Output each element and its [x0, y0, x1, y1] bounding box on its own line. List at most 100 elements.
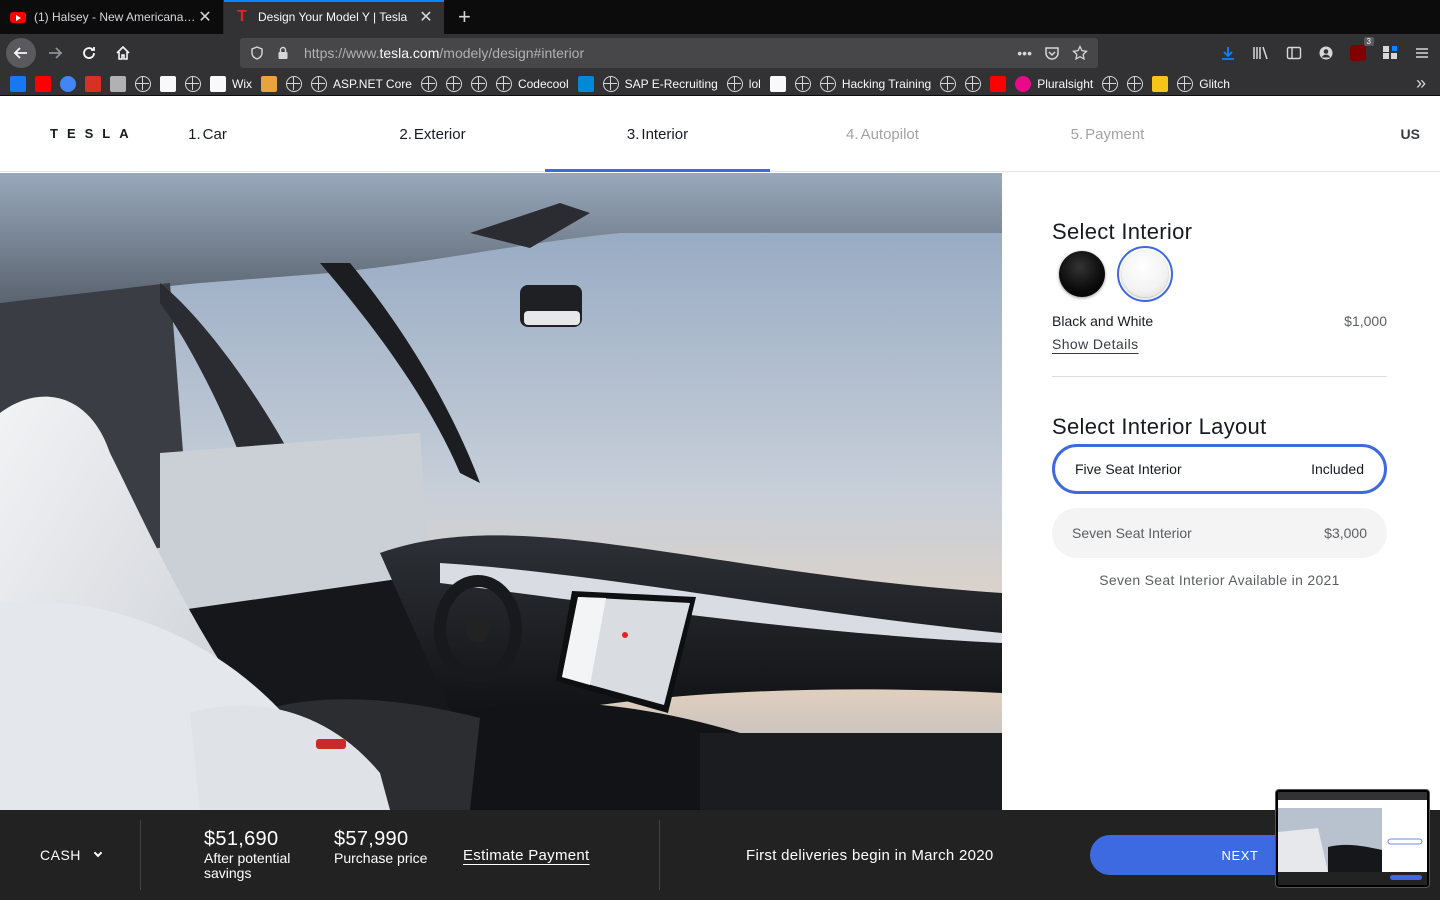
reload-button[interactable]	[74, 38, 104, 68]
bookmark-item[interactable]	[577, 75, 594, 92]
option-label: Seven Seat Interior	[1072, 525, 1192, 541]
github-icon	[160, 75, 176, 92]
browser-tab-youtube[interactable]: (1) Halsey - New Americana (YouTube) ✕	[0, 0, 224, 34]
five-seat-option[interactable]: Five Seat Interior Included	[1052, 444, 1387, 494]
bookmark-item[interactable]	[185, 75, 201, 92]
seven-seat-option[interactable]: Seven Seat Interior $3,000	[1052, 508, 1387, 558]
globe-icon	[819, 75, 836, 92]
savings-price: $51,690	[204, 828, 279, 850]
ublock-badge: 3	[1363, 37, 1374, 46]
step-car[interactable]: 1. Car	[95, 96, 320, 172]
screenshot-thumbnail[interactable]	[1276, 790, 1429, 887]
globe-icon	[286, 75, 302, 92]
bookmark-item[interactable]: Pluralsight	[1015, 75, 1093, 92]
option-price: Included	[1311, 461, 1364, 477]
bookmark-item[interactable]	[420, 75, 437, 92]
page-actions-icon[interactable]: •••	[1017, 45, 1032, 61]
globe-icon	[965, 75, 982, 92]
step-interior[interactable]: 3. Interior	[545, 96, 770, 172]
bookmark-icon	[261, 75, 277, 92]
bookmark-item[interactable]	[965, 75, 982, 92]
bookmark-item[interactable]: Codecool	[495, 75, 569, 92]
lock-icon[interactable]	[276, 46, 290, 60]
youtube-icon	[35, 75, 51, 92]
bookmark-item[interactable]	[470, 75, 487, 92]
all-black-swatch[interactable]	[1059, 251, 1105, 297]
home-button[interactable]	[108, 38, 138, 68]
summary-bar: CASH $51,690 After potential savings $57…	[0, 810, 1440, 900]
purchase-label: Purchase price	[334, 850, 428, 866]
home-icon	[116, 45, 130, 60]
deliveries-note: First deliveries begin in March 2020	[746, 847, 994, 864]
sidebar-icon[interactable]	[1286, 45, 1302, 61]
bookmark-item[interactable]	[261, 75, 277, 92]
pocket-icon[interactable]	[1044, 45, 1060, 61]
bookmark-item[interactable]: lol	[726, 75, 761, 92]
download-icon[interactable]	[1220, 45, 1236, 61]
purchase-price: $57,990	[334, 828, 409, 850]
payment-type-label: CASH	[40, 847, 81, 863]
bookmark-item[interactable]	[794, 75, 811, 92]
step-exterior[interactable]: 2. Exterior	[320, 96, 545, 172]
bookmark-item[interactable]: ASP.NET Core	[311, 75, 412, 92]
shield-icon[interactable]	[250, 46, 264, 60]
bookmark-item[interactable]	[60, 75, 76, 92]
bookmark-item[interactable]: Glitch	[1177, 75, 1230, 92]
facebook-icon	[10, 75, 26, 92]
bookmark-item[interactable]	[35, 75, 51, 92]
bookmark-item[interactable]	[160, 75, 176, 92]
bookmark-item[interactable]	[10, 75, 26, 92]
tab-title: (1) Halsey - New Americana (YouTube)	[34, 10, 197, 24]
globe-icon	[445, 75, 462, 92]
bookmarks-overflow-chevron-icon[interactable]: »	[1416, 73, 1426, 94]
ublock-icon[interactable]: 3	[1350, 37, 1374, 61]
extensions-icon[interactable]	[1382, 45, 1398, 61]
estimate-payment-link[interactable]: Estimate Payment	[463, 847, 590, 864]
azure-icon	[577, 75, 594, 92]
black-and-white-swatch[interactable]	[1122, 251, 1168, 297]
bookmark-item[interactable]	[1152, 75, 1169, 92]
step-autopilot[interactable]: 4. Autopilot	[770, 96, 995, 172]
payment-type-dropdown[interactable]: CASH	[40, 847, 103, 863]
globe-icon	[726, 75, 743, 92]
url-bar[interactable]: https://www.tesla.com/modely/design#inte…	[240, 38, 1098, 68]
bookmark-item[interactable]: SAP E-Recruiting	[602, 75, 718, 92]
arrow-left-icon	[13, 47, 27, 59]
forward-button[interactable]	[40, 38, 70, 68]
close-tab-icon[interactable]: ✕	[197, 7, 213, 27]
bookmark-item[interactable]: Wix	[210, 75, 252, 92]
bookmark-item[interactable]	[1127, 75, 1144, 92]
globe-icon	[1177, 75, 1194, 92]
star-icon[interactable]	[1072, 45, 1088, 61]
bookmark-item[interactable]	[445, 75, 462, 92]
new-tab-button[interactable]: +	[458, 0, 471, 34]
globe-icon	[420, 75, 437, 92]
bookmark-item[interactable]	[286, 75, 302, 92]
bookmark-item[interactable]	[769, 75, 786, 92]
account-icon[interactable]	[1318, 45, 1334, 61]
bookmark-item[interactable]	[940, 75, 957, 92]
bookmark-item[interactable]: Hacking Training	[819, 75, 931, 92]
divider	[140, 820, 141, 890]
purchase-price-block: $57,990 Purchase price	[334, 828, 427, 866]
step-payment[interactable]: 5. Payment	[995, 96, 1220, 172]
hamburger-menu-icon[interactable]	[1414, 45, 1430, 61]
library-icon[interactable]	[1252, 45, 1270, 61]
apple-icon	[110, 75, 126, 92]
bookmark-label: lol	[748, 76, 761, 91]
locale-selector[interactable]: US	[1401, 126, 1420, 142]
selected-interior-price: $1,000	[1344, 313, 1387, 329]
bookmark-item[interactable]	[135, 75, 151, 92]
divider	[659, 820, 660, 890]
bookmark-item[interactable]	[110, 75, 126, 92]
bookmark-item[interactable]	[990, 75, 1007, 92]
bookmark-item[interactable]	[85, 75, 101, 92]
bookmark-item[interactable]	[1102, 75, 1119, 92]
globe-icon	[185, 75, 201, 92]
close-tab-icon[interactable]: ✕	[418, 7, 434, 27]
back-button[interactable]	[6, 38, 36, 68]
bookmark-label: Glitch	[1199, 76, 1230, 91]
show-details-link[interactable]: Show Details	[1052, 336, 1139, 352]
browser-tab-tesla[interactable]: T Design Your Model Y | Tesla ✕	[224, 0, 444, 34]
option-label: Five Seat Interior	[1075, 461, 1182, 477]
